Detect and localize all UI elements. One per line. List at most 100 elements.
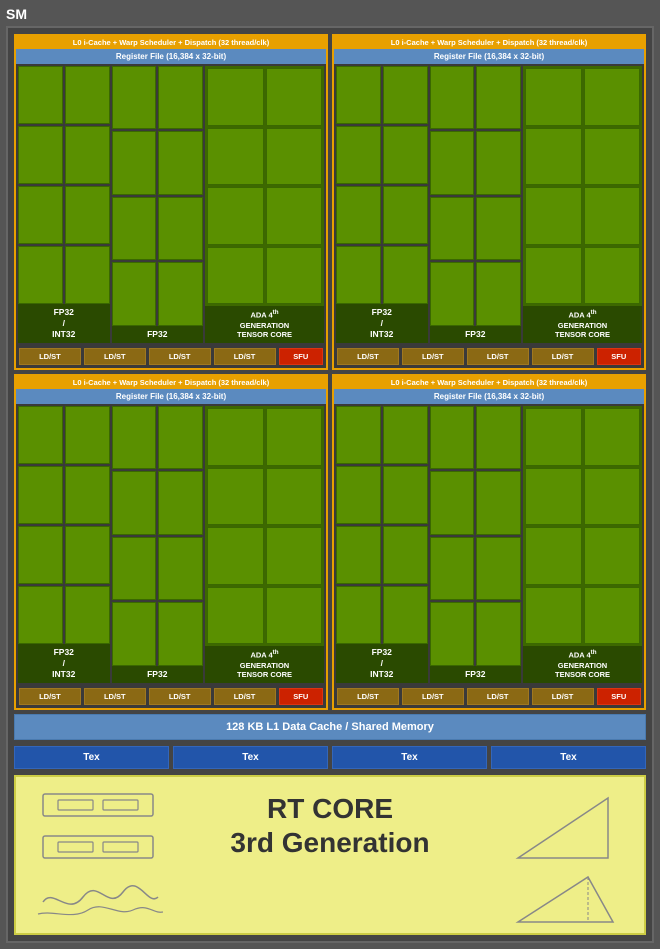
- cell: [336, 126, 381, 184]
- cell: [336, 186, 381, 244]
- cell: [18, 126, 63, 184]
- cell: [383, 466, 428, 524]
- quad4-tensor-col: ADA 4thGENERATIONTENSOR CORE: [523, 406, 642, 683]
- quad2-fp32int32-col: FP32/INT32: [336, 66, 428, 343]
- tcell: [207, 187, 263, 245]
- tcell: [525, 587, 581, 645]
- quad4-fp32int32-col: FP32/INT32: [336, 406, 428, 683]
- cell: [336, 466, 381, 524]
- tcell: [266, 468, 322, 526]
- cell: [65, 66, 110, 124]
- quad3-header: L0 i-Cache + Warp Scheduler + Dispatch (…: [16, 376, 326, 389]
- cell: [18, 186, 63, 244]
- cell: [383, 586, 428, 644]
- quad4-compute: FP32/INT32 FP32: [334, 404, 644, 685]
- quad4-header: L0 i-Cache + Warp Scheduler + Dispatch (…: [334, 376, 644, 389]
- cell: [18, 66, 63, 124]
- quad3-tensor-label: ADA 4thGENERATIONTENSOR CORE: [205, 646, 324, 683]
- tcell: [525, 527, 581, 585]
- cell: [158, 66, 203, 129]
- tex-1: Tex: [14, 746, 169, 769]
- cell: [476, 537, 521, 600]
- tcell: [584, 187, 640, 245]
- cell: [112, 131, 157, 194]
- rt-core-title: RT CORE 3rd Generation: [179, 792, 481, 859]
- quad2-tensor-inner: ADA 4thGENERATIONTENSOR CORE: [523, 66, 642, 343]
- tcell: [525, 128, 581, 186]
- cell: [383, 246, 428, 304]
- tcell: [584, 587, 640, 645]
- quadrant-2: L0 i-Cache + Warp Scheduler + Dispatch (…: [332, 34, 646, 370]
- quad1-fp32int32-label: FP32/INT32: [18, 304, 110, 343]
- quad3-sfu: SFU: [279, 688, 324, 705]
- cell: [158, 537, 203, 600]
- rt-shape-squiggle: [33, 872, 163, 927]
- outer-container: SM L0 i-Cache + Warp Scheduler + Dispatc…: [0, 0, 660, 949]
- quad3-fp32int32-col: FP32/INT32: [18, 406, 110, 683]
- quad3-compute: FP32/INT32 FP32: [16, 404, 326, 685]
- quad2-ldst4: LD/ST: [532, 348, 594, 365]
- tcell: [207, 247, 263, 305]
- quad4-fp32int32-grid: [336, 406, 428, 644]
- quad2-fp32-col: FP32: [430, 66, 522, 343]
- quad2-sfu: SFU: [597, 348, 642, 365]
- top-quadrants-row: L0 i-Cache + Warp Scheduler + Dispatch (…: [14, 34, 646, 370]
- cell: [18, 586, 63, 644]
- quad1-compute: FP32/INT32 FP32: [16, 64, 326, 345]
- quad3-fp32int32-grid: [18, 406, 110, 644]
- tcell: [207, 68, 263, 126]
- cell: [336, 586, 381, 644]
- rt-shape-prism: [508, 872, 618, 927]
- tcell: [266, 408, 322, 466]
- quad1-ldst4: LD/ST: [214, 348, 276, 365]
- cell: [112, 471, 157, 534]
- tcell: [584, 68, 640, 126]
- cell: [158, 471, 203, 534]
- quad3-fp32-grid: [112, 406, 204, 666]
- rt-shape-trapezoid-1: [38, 786, 158, 824]
- cell: [476, 602, 521, 666]
- quad1-reg-file: Register File (16,384 x 32-bit): [16, 49, 326, 64]
- tcell: [525, 247, 581, 305]
- quad3-fp32int32-label: FP32/INT32: [18, 644, 110, 683]
- tcell: [207, 408, 263, 466]
- quad4-ldst3: LD/ST: [467, 688, 529, 705]
- cell: [476, 406, 521, 469]
- quad2-header: L0 i-Cache + Warp Scheduler + Dispatch (…: [334, 36, 644, 49]
- cell: [430, 602, 475, 666]
- tcell: [584, 527, 640, 585]
- quad1-fp32int32-col: FP32/INT32: [18, 66, 110, 343]
- tex-row: Tex Tex Tex Tex: [14, 744, 646, 771]
- tcell: [584, 468, 640, 526]
- quad3-ldst4: LD/ST: [214, 688, 276, 705]
- tcell: [525, 68, 581, 126]
- cell: [112, 406, 157, 469]
- cell: [18, 246, 63, 304]
- quad4-reg-file: Register File (16,384 x 32-bit): [334, 389, 644, 404]
- quad3-reg-file: Register File (16,384 x 32-bit): [16, 389, 326, 404]
- quadrant-1: L0 i-Cache + Warp Scheduler + Dispatch (…: [14, 34, 328, 370]
- cell: [476, 197, 521, 260]
- cell: [383, 186, 428, 244]
- tcell: [207, 128, 263, 186]
- quad1-tensor-label: ADA 4thGENERATIONTENSOR CORE: [205, 306, 324, 343]
- cell: [430, 406, 475, 469]
- quad3-ldst3: LD/ST: [149, 688, 211, 705]
- quad2-ldst1: LD/ST: [337, 348, 399, 365]
- tcell: [266, 527, 322, 585]
- rt-shape-trapezoid-2: [38, 828, 158, 866]
- cell: [18, 526, 63, 584]
- rt-svg-left: [22, 786, 173, 866]
- quad1-fp32-label: FP32: [112, 326, 204, 343]
- tcell: [266, 587, 322, 645]
- cell: [476, 262, 521, 326]
- quad1-ldst2: LD/ST: [84, 348, 146, 365]
- tcell: [207, 527, 263, 585]
- tcell: [584, 128, 640, 186]
- quad4-ldst2: LD/ST: [402, 688, 464, 705]
- cell: [158, 262, 203, 326]
- cell: [158, 602, 203, 666]
- cell: [65, 246, 110, 304]
- main-box: L0 i-Cache + Warp Scheduler + Dispatch (…: [6, 26, 654, 943]
- cell: [430, 197, 475, 260]
